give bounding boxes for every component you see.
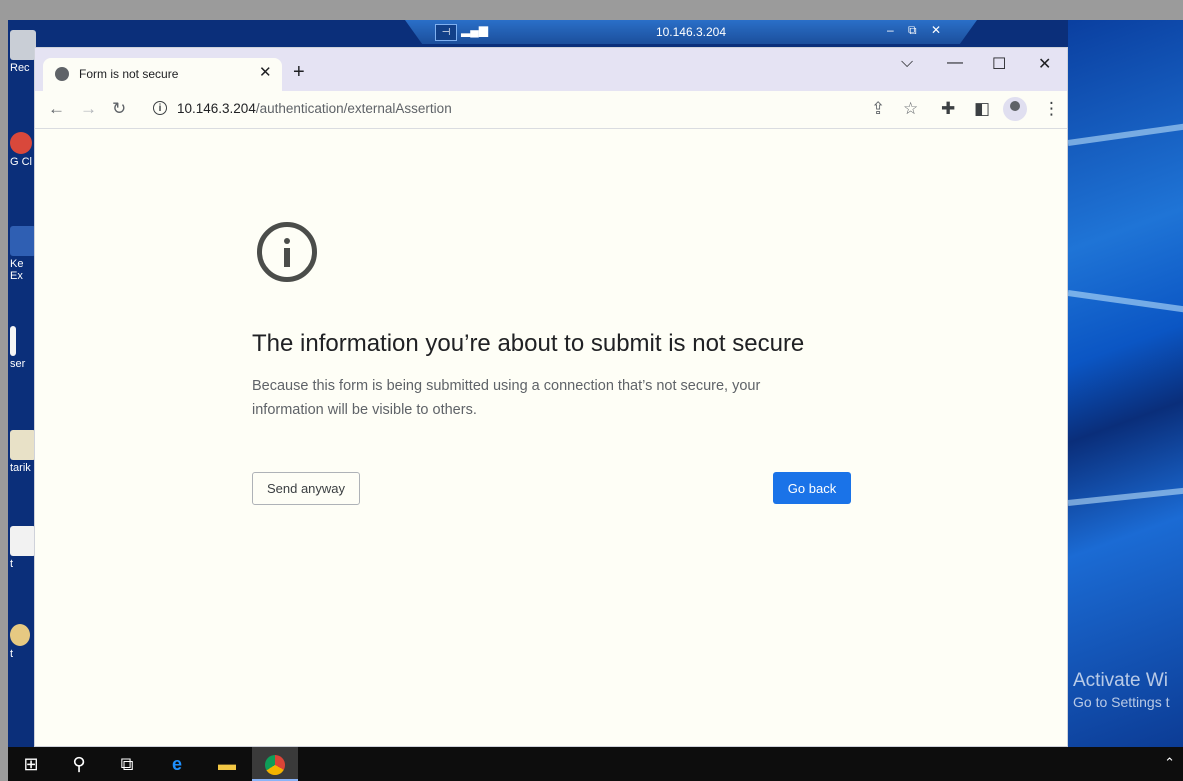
desktop-icon-label: ser [10,358,26,370]
profile-avatar-icon[interactable] [1003,97,1027,121]
desktop-icon-label: Ke Ex [10,258,24,282]
file-icon [10,326,16,356]
task-view-icon[interactable]: ⧉ [104,747,150,781]
url-text[interactable]: 10.146.3.204/authentication/externalAsse… [177,101,452,116]
window-maximize-button[interactable]: ☐ [992,54,1006,74]
desktop-icon-label: Rec [10,62,30,74]
desktop-icon-label: t [10,648,14,660]
chrome-icon [265,755,285,776]
chrome-taskbar-icon[interactable] [252,747,298,781]
info-circle-icon [257,222,317,282]
watermark-line2: Go to Settings t [1073,694,1170,710]
app-icon [10,226,36,256]
app-icon [10,624,30,646]
interstitial-page: The information you’re about to submit i… [35,129,1067,746]
internet-explorer-icon[interactable]: e [154,747,200,781]
address-bar[interactable]: i 10.146.3.204/authentication/externalAs… [149,95,869,124]
watermark-line1: Activate Wi [1073,670,1169,691]
desktop-icon-label: t [10,558,14,570]
desktop-wallpaper [1067,20,1183,747]
tab-close-button[interactable]: ✕ [259,63,272,81]
activate-windows-watermark: Activate Wi Go to Settings t [1073,670,1170,710]
extensions-puzzle-icon[interactable]: ✚ [941,99,955,119]
rdp-restore-button[interactable]: ⧉ [908,23,917,38]
window-close-button[interactable]: ✕ [1038,54,1051,74]
tab-strip: Form is not secure ✕ + ⌵ — ☐ ✕ [35,48,1067,91]
tab-form-not-secure[interactable]: Form is not secure ✕ [43,58,282,91]
wallpaper-beam [1067,487,1183,506]
search-icon[interactable]: ⚲ [56,747,102,781]
menu-kebab-icon[interactable]: ⋮ [1043,99,1060,119]
send-anyway-button[interactable]: Send anyway [252,472,360,505]
reload-icon[interactable]: ↻ [112,99,126,119]
site-info-icon[interactable]: i [153,101,167,115]
chrome-icon [10,132,32,154]
window-minimize-button[interactable]: — [947,54,963,72]
wallpaper-beam [1067,290,1183,313]
info-bar [284,248,290,267]
go-back-button[interactable]: Go back [773,472,851,504]
browser-window: Form is not secure ✕ + ⌵ — ☐ ✕ ← → ↻ i 1… [34,47,1068,747]
rdp-connection-bar: ⊣ ▂▄▆ 10.146.3.204 – ⧉ ✕ [405,20,977,44]
back-arrow-icon[interactable]: ← [48,99,65,119]
url-path: /authentication/externalAssertion [255,101,452,116]
tab-search-chevron-icon[interactable]: ⌵ [901,54,913,72]
taskbar: ⊞ ⚲ ⧉ e ▬ ⌃ [8,747,1183,781]
info-dot [284,238,290,244]
globe-icon [55,67,69,81]
page-description: Because this form is being submitted usi… [252,378,761,418]
file-icon [10,430,36,460]
new-tab-button[interactable]: + [293,61,305,84]
share-icon[interactable]: ⇪ [871,99,885,119]
desktop-icon-label: tarik [10,462,31,474]
forward-arrow-icon[interactable]: → [80,99,97,119]
start-windows-icon[interactable]: ⊞ [8,747,54,781]
page-heading: The information you’re about to submit i… [252,330,805,357]
file-explorer-icon[interactable]: ▬ [204,747,250,781]
rdp-close-button[interactable]: ✕ [931,23,941,37]
recycle-bin-icon [10,30,36,60]
system-tray-chevron-icon[interactable]: ⌃ [1164,755,1175,771]
bookmark-star-icon[interactable]: ☆ [903,99,918,119]
url-host: 10.146.3.204 [177,101,256,116]
file-icon [10,526,36,556]
tab-title: Form is not secure [79,67,179,81]
wallpaper-beam [1067,123,1183,146]
side-panel-icon[interactable]: ◧ [974,99,990,119]
desktop-icon-label: G Cl [10,156,32,168]
browser-toolbar: ← → ↻ i 10.146.3.204/authentication/exte… [35,91,1067,129]
rdp-minimize-button[interactable]: – [887,23,894,37]
